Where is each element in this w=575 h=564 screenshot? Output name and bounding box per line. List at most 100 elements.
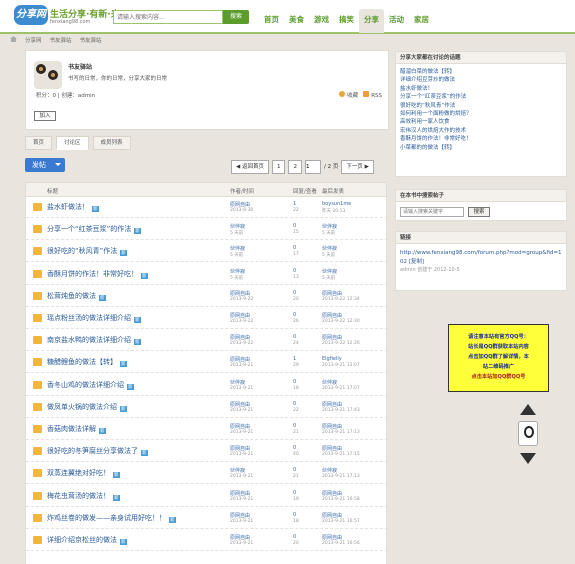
last-poster[interactable]: Elgfielly (322, 356, 342, 362)
thread-title[interactable]: 瑶点粉丝汤的做法详细介绍新 (47, 313, 141, 323)
nav-item-events[interactable]: 活动 (384, 9, 409, 33)
thread-title[interactable]: 香冬山鸡的做法详细介绍新 (47, 380, 134, 390)
nav-item-games[interactable]: 游戏 (309, 9, 334, 33)
pager-page[interactable]: 2 (288, 160, 302, 174)
thread-author[interactable]: 伙伴寂 (230, 245, 245, 252)
group-search-button[interactable]: 搜索 (468, 207, 490, 217)
thread-author[interactable]: 原网自由 (230, 512, 250, 519)
table-row[interactable]: 很好吃的“秋风青”作法新伙伴寂 5 天前 0 17 伙伴寂 5 天前 (26, 242, 386, 263)
copy-link[interactable]: [复制] (409, 259, 424, 265)
thread-title[interactable]: 糖醋鲤鱼的做法【转】新 (47, 357, 127, 368)
nav-item-home-decor[interactable]: 家居 (409, 9, 434, 33)
pager-page[interactable]: 1 (271, 160, 286, 174)
qq-group-ad[interactable]: 请注意本站有官方QQ号： 站长是QQ群获取本站内容 点击加QQ群了解详情，本 站… (448, 324, 549, 392)
table-row[interactable]: 分享一个“红茶豆浆”的作法新伙伴寂 5 天前 0 15 伙伴寂 5 天前 (26, 220, 386, 241)
thread-author[interactable]: 原网自由 (230, 290, 250, 297)
breadcrumb-item[interactable]: 书友驿站 (50, 36, 72, 46)
hot-topic-item[interactable]: 盐水虾做法！ (400, 85, 562, 93)
breadcrumb-item[interactable]: 分享网 (25, 36, 42, 46)
last-poster[interactable]: 伙伴寂 (322, 379, 337, 386)
last-poster[interactable]: 原网自由 (322, 534, 342, 541)
last-poster[interactable]: 原网自由 (322, 401, 342, 408)
scroll-up-icon[interactable] (520, 404, 536, 415)
table-row[interactable]: 做凤单火锅的做法介绍新原网自由 2013-9-21 0 22 原网自由 2013-9-21… (26, 398, 386, 418)
last-poster[interactable]: 原网自由 (322, 512, 342, 519)
last-poster[interactable]: 伙伴寂 (322, 245, 337, 252)
thread-author[interactable]: 原网自由 (230, 490, 250, 497)
pager-prev[interactable]: ◀ 返回首页 (231, 160, 269, 174)
thread-title[interactable]: 很好吃的“秋风青”作法新 (47, 246, 127, 257)
thread-title[interactable]: 双蒸连翼绝对好吃！新 (47, 468, 120, 479)
group-link[interactable]: http://www.fenxiang98.com/forum.php?mod=… (400, 250, 562, 265)
thread-author[interactable]: 原网自由 (230, 312, 250, 319)
hot-topic-item[interactable]: 很好吃的“秋风青”作法 (400, 102, 562, 110)
thread-author[interactable]: 原网自由 (230, 201, 250, 208)
thread-author[interactable]: 伙伴寂 (230, 268, 245, 275)
tab-home[interactable]: 首页 (25, 136, 53, 150)
table-row[interactable]: 糖醋鲤鱼的做法【转】新原网自由 2013-9-21 1 29 Elgfielly 2013… (26, 353, 386, 374)
hot-topic-item[interactable]: 香酥月饼的作法！非常好吃！ (400, 135, 562, 143)
table-row[interactable]: 双蒸连翼绝对好吃！新伙伴寂 2013-9-21 0 21 伙伴寂 2013-9-21 17… (26, 464, 386, 485)
thread-title[interactable]: 详细介绍京松丝的做法新 (47, 535, 127, 545)
last-poster[interactable]: 原网自由 (322, 290, 342, 297)
favorite-link[interactable]: 收藏 (339, 91, 358, 99)
nav-item-share[interactable]: 分享 (359, 9, 384, 33)
table-row[interactable]: 炸鸡丝卷的做发——亲身试用好吃！！新原网自由 2013-9-21 0 18 原网自由 20… (26, 509, 386, 529)
thread-title[interactable]: 炸鸡丝卷的做发——亲身试用好吃！！新 (47, 513, 176, 523)
thread-author[interactable]: 伙伴寂 (230, 223, 245, 230)
table-row[interactable]: 盐水虾做法！新 原网自由 2013-8-30 1 22 boysun1me 昨天 20:13 (26, 198, 386, 218)
table-row[interactable]: 松茸炖鱼的做法新原网自由 2013-9-22 0 20 原网自由 2013-9-22 12… (26, 287, 386, 307)
thread-title[interactable]: 分享一个“红茶豆浆”的作法新 (47, 224, 141, 235)
hot-topic-item[interactable]: 醋溜白菜的做法【转】 (400, 68, 562, 76)
nav-item-funny[interactable]: 搞笑 (334, 9, 359, 33)
home-icon[interactable] (10, 36, 17, 42)
new-post-button[interactable]: 发帖 (25, 158, 65, 172)
table-row[interactable]: 瑶点粉丝汤的做法详细介绍新原网自由 2013-9-22 0 26 原网自由 2013-9-… (26, 309, 386, 329)
last-poster[interactable]: 伙伴寂 (322, 223, 337, 230)
page-input[interactable] (304, 160, 321, 174)
thread-title[interactable]: 很好吃的冬笋腐丝分享做法了新 (47, 446, 148, 457)
last-poster[interactable]: 原网自由 (322, 312, 342, 319)
search-button[interactable]: 搜索 (223, 10, 249, 24)
hot-topic-item[interactable]: 高效利用一家人饮食 (400, 118, 562, 126)
scroll-down-icon[interactable] (520, 453, 536, 464)
hot-topic-item[interactable]: 如何利用一个面粉做的烘焙？ (400, 110, 562, 118)
thread-title[interactable]: 南京盐水鸭的做法详细介绍新 (47, 335, 141, 346)
thread-title[interactable]: 香菇肉做法详解新 (47, 424, 106, 434)
site-logo[interactable]: 分享网 生活分享·有新·来 fenxiang98.com (14, 5, 120, 27)
thread-author[interactable]: 原网自由 (230, 423, 250, 430)
tab-discussion[interactable]: 讨论区 (56, 136, 89, 150)
last-poster[interactable]: 伙伴寂 (322, 268, 337, 275)
nav-item-home[interactable]: 首页 (259, 9, 284, 33)
group-search-input[interactable] (400, 207, 464, 217)
search-input[interactable] (114, 11, 222, 23)
nav-item-food[interactable]: 美食 (284, 9, 309, 33)
pager-next[interactable]: 下一页 ▶ (341, 160, 374, 174)
table-row[interactable]: 香菇肉做法详解新原网自由 2013-9-21 0 21 原网自由 2013-9-21 17… (26, 420, 386, 440)
last-poster[interactable]: boysun1me (322, 201, 351, 207)
last-poster[interactable]: 原网自由 (322, 423, 342, 430)
thread-author[interactable]: 伙伴寂 (230, 379, 245, 386)
thread-author[interactable]: 原网自由 (230, 401, 250, 408)
table-row[interactable]: 详细介绍京松丝的做法新原网自由 2013-9-21 0 20 原网自由 2013-9-21… (26, 531, 386, 551)
hot-topic-item[interactable]: 详细介绍豆芽炒的做法 (400, 76, 562, 84)
table-row[interactable]: 香酥月饼的作法！非常好吃！新伙伴寂 5 天前 0 13 伙伴寂 5 天前 (26, 265, 386, 285)
table-row[interactable]: 香冬山鸡的做法详细介绍新伙伴寂 2013-9-21 0 18 伙伴寂 2013-9-21 … (26, 376, 386, 396)
join-button[interactable]: 加入 (34, 111, 56, 121)
tab-members[interactable]: 成员列表 (92, 136, 131, 150)
thread-title[interactable]: 香酥月饼的作法！非常好吃！新 (47, 269, 148, 279)
thread-author[interactable]: 原网自由 (230, 534, 250, 541)
hot-topic-item[interactable]: 小菜都的的做法【转】 (400, 144, 562, 152)
table-row[interactable]: 梅花虫茸汤的做法！新原网自由 2013-9-21 0 19 原网自由 2013-9-21 … (26, 487, 386, 507)
breadcrumb-item[interactable]: 书友驿站 (80, 36, 102, 46)
table-row[interactable]: 南京盐水鸭的做法详细介绍新原网自由 2013-9-22 0 24 原网自由 2013-9-… (26, 331, 386, 352)
hot-topic-item[interactable]: 分享一个“红茶豆浆”的作法 (400, 93, 562, 101)
thread-title[interactable]: 做凤单火锅的做法介绍新 (47, 402, 127, 412)
rss-link[interactable]: RSS (363, 91, 382, 99)
last-poster[interactable]: 原网自由 (322, 490, 342, 497)
thread-title[interactable]: 盐水虾做法！新 (47, 202, 99, 212)
thread-title[interactable]: 梅花虫茸汤的做法！新 (47, 491, 120, 501)
thread-title[interactable]: 松茸炖鱼的做法新 (47, 291, 106, 301)
table-row[interactable]: 很好吃的冬笋腐丝分享做法了新原网自由 2013-9-21 0 40 原网自由 2013-9… (26, 442, 386, 463)
hot-topic-item[interactable]: 宏伟汉人的烘焙大作的技术 (400, 127, 562, 135)
